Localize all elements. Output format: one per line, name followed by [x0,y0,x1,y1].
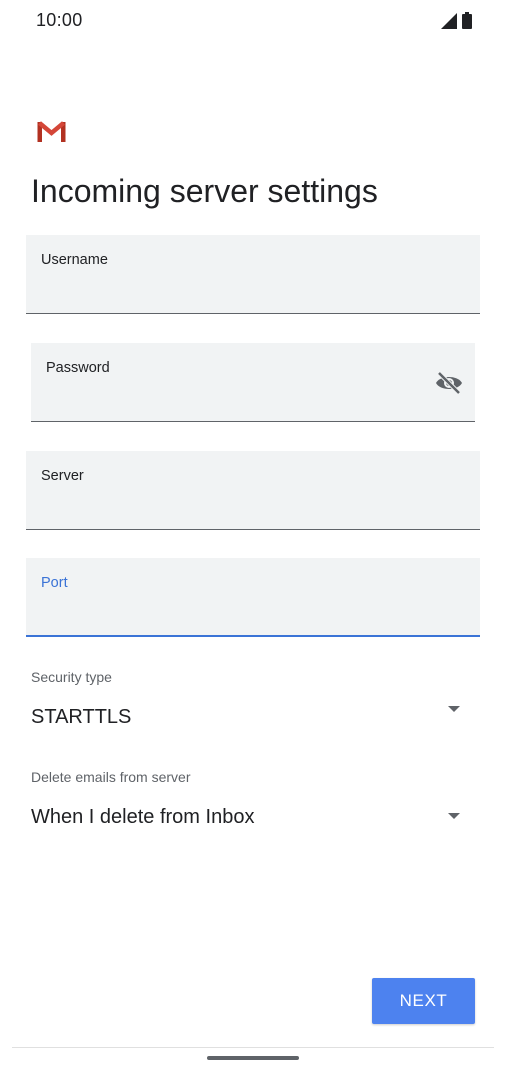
bottom-divider [12,1047,494,1048]
username-input[interactable] [41,277,420,303]
server-label: Server [41,468,84,484]
delete-emails-dropdown[interactable]: When I delete from Inbox [26,796,480,840]
status-bar: 10:00 [0,0,506,40]
port-label: Port [41,575,68,591]
delete-emails-label: Delete emails from server [31,769,191,785]
port-field[interactable]: Port [26,558,480,637]
home-indicator[interactable] [207,1056,299,1060]
username-label: Username [41,252,108,268]
server-field[interactable]: Server [26,451,480,530]
page-title: Incoming server settings [31,173,378,209]
server-input[interactable] [41,493,420,519]
battery-icon [462,12,472,29]
port-input[interactable] [41,600,420,626]
chevron-down-icon [448,706,460,712]
security-type-label: Security type [31,669,112,685]
username-field[interactable]: Username [26,235,480,314]
security-type-dropdown[interactable]: STARTTLS [26,696,480,740]
password-label: Password [46,360,110,376]
security-type-value: STARTTLS [31,706,132,728]
next-button[interactable]: NEXT [372,978,475,1024]
password-input[interactable] [46,385,415,411]
eye-off-icon [436,371,462,395]
gmail-logo-icon [37,121,66,142]
delete-emails-value: When I delete from Inbox [31,806,255,828]
password-field[interactable]: Password [31,343,475,422]
status-icons [441,12,472,29]
status-time: 10:00 [36,10,83,30]
chevron-down-icon [448,813,460,819]
cell-signal-icon [441,13,457,29]
password-visibility-toggle[interactable] [433,367,465,399]
